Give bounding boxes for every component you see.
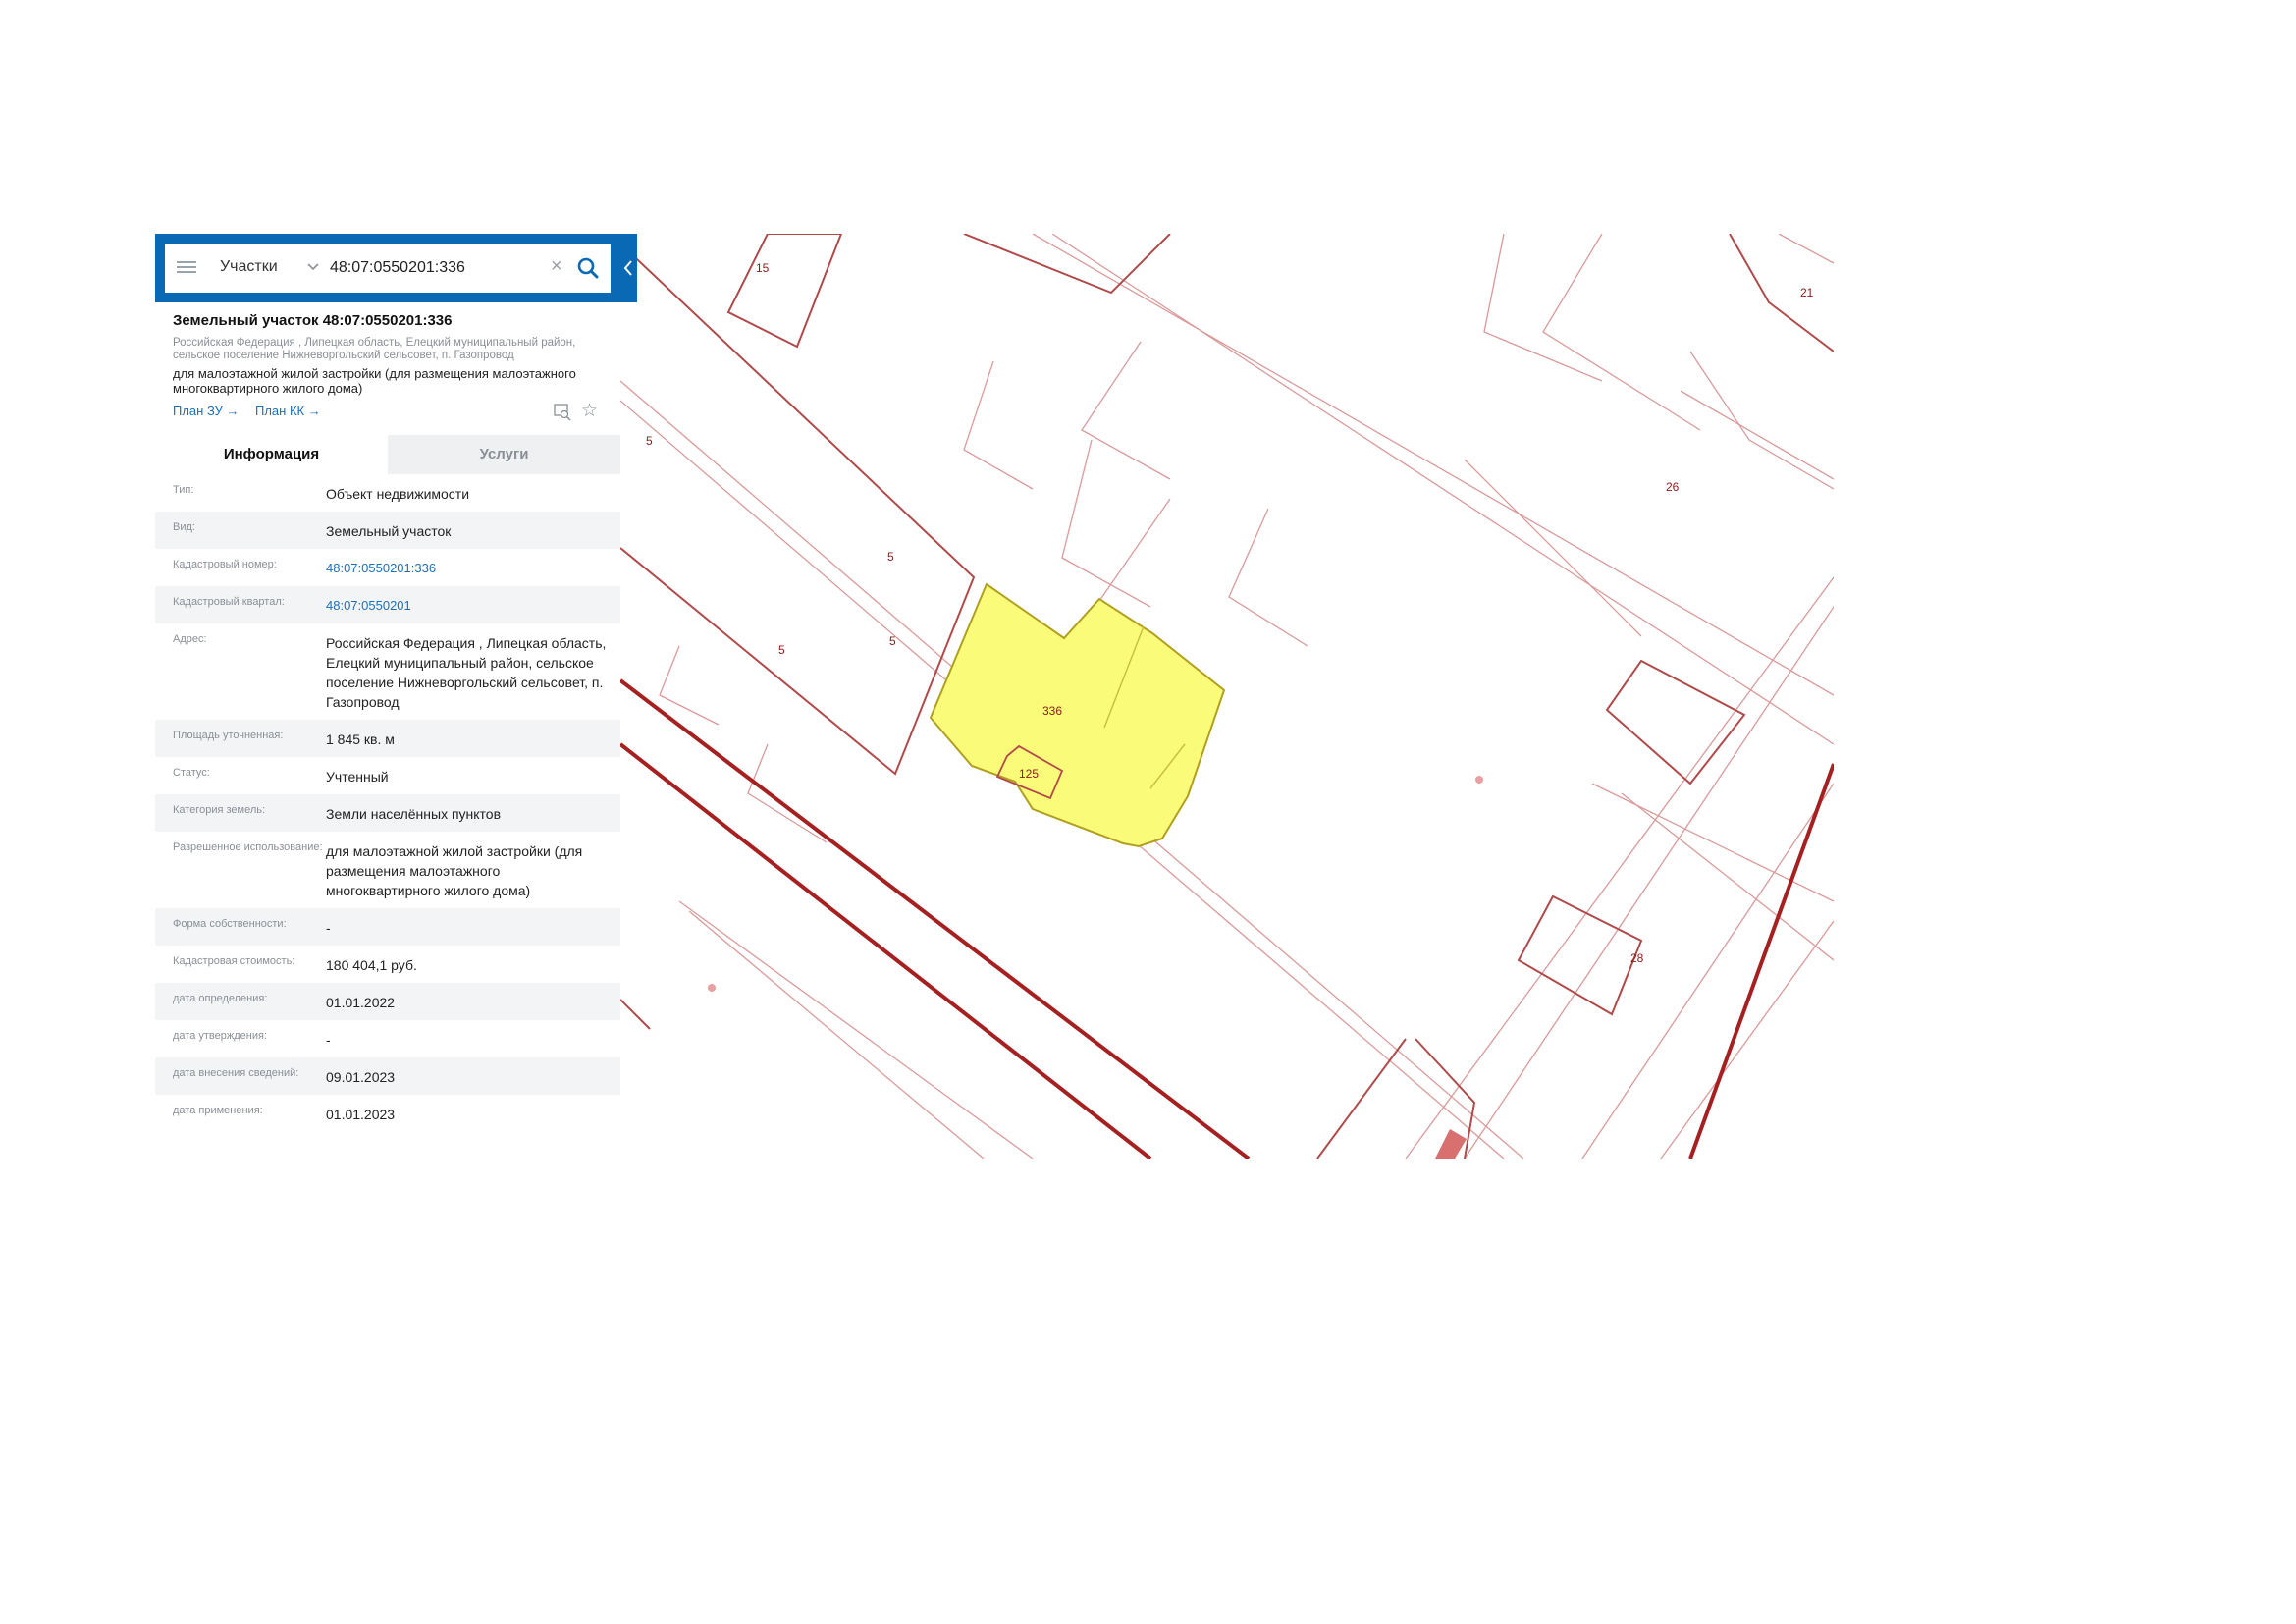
info-label: дата внесения сведений: xyxy=(173,1067,299,1079)
info-sidebar: Участки × Земельный участок 48:07:055020… xyxy=(155,234,637,1159)
info-row-cadastral-quarter: Кадастровый квартал: 48:07:0550201 xyxy=(155,586,620,623)
chevron-down-icon[interactable] xyxy=(306,256,320,276)
parcel-header: Земельный участок 48:07:0550201:336 Росс… xyxy=(155,302,620,421)
info-label: Кадастровая стоимость: xyxy=(173,955,295,967)
info-label: Форма собственности: xyxy=(173,918,287,930)
info-label: дата применения: xyxy=(173,1105,263,1116)
map-label-28: 28 xyxy=(1630,951,1644,965)
search-preview-icon[interactable] xyxy=(554,404,571,421)
info-row-determination-date: дата определения: 01.01.2022 xyxy=(155,983,620,1020)
map-label-336: 336 xyxy=(1042,704,1062,718)
search-box: Участки × xyxy=(165,244,611,293)
info-row-area: Площадь уточненная: 1 845 кв. м xyxy=(155,720,620,757)
boundary-point-marker xyxy=(1475,776,1483,784)
info-value: Земли населённых пунктов xyxy=(326,806,502,822)
parcel-boundaries xyxy=(620,234,1834,1159)
info-value: - xyxy=(326,920,331,936)
info-row-type: Тип: Объект недвижимости xyxy=(155,474,620,512)
building-fragment xyxy=(1435,1129,1467,1159)
map-label-15: 15 xyxy=(756,261,770,275)
tab-services[interactable]: Услуги xyxy=(388,435,620,474)
info-row-ownership: Форма собственности: - xyxy=(155,908,620,946)
info-row-status: Статус: Учтенный xyxy=(155,757,620,794)
map-label-125: 125 xyxy=(1019,767,1039,781)
info-value: 1 845 кв. м xyxy=(326,731,395,747)
map-label-5: 5 xyxy=(889,634,896,648)
info-value: Российская Федерация , Липецкая область,… xyxy=(326,635,607,710)
map-label-5: 5 xyxy=(887,550,894,564)
chevron-left-icon[interactable] xyxy=(621,257,635,279)
info-row-approval-date: дата утверждения: - xyxy=(155,1020,620,1057)
info-value: Земельный участок xyxy=(326,523,452,539)
info-value: 01.01.2023 xyxy=(326,1107,396,1122)
star-icon[interactable]: ☆ xyxy=(581,402,598,421)
tab-information[interactable]: Информация xyxy=(155,435,388,474)
info-value: 09.01.2023 xyxy=(326,1069,396,1085)
info-value: Учтенный xyxy=(326,769,389,785)
info-label: Вид: xyxy=(173,521,195,533)
search-bar: Участки × xyxy=(155,234,637,302)
info-value: для малоэтажной жилой застройки (для раз… xyxy=(326,843,583,898)
info-label: Статус: xyxy=(173,767,210,779)
info-label: Категория земель: xyxy=(173,804,266,816)
search-input[interactable] xyxy=(328,254,538,282)
map-label-5: 5 xyxy=(646,434,653,448)
cadastral-number-link[interactable]: 48:07:0550201:336 xyxy=(326,549,620,586)
info-label: дата определения: xyxy=(173,993,268,1004)
plan-zu-link[interactable]: План ЗУ → xyxy=(173,404,240,418)
boundary-point-marker xyxy=(708,984,716,992)
map-canvas[interactable]: 15 21 26 5 5 5 5 336 125 28 xyxy=(620,234,1834,1159)
info-label: дата утверждения: xyxy=(173,1030,268,1042)
plan-kk-link[interactable]: План КК → xyxy=(255,404,321,418)
info-table: Тип: Объект недвижимости Вид: Земельный … xyxy=(155,474,620,1132)
info-row-kind: Вид: Земельный участок xyxy=(155,512,620,549)
info-tabs: Информация Услуги xyxy=(155,435,620,474)
info-row-permitted-use: Разрешенное использование: для малоэтажн… xyxy=(155,832,620,908)
info-row-land-category: Категория земель: Земли населённых пункт… xyxy=(155,794,620,832)
info-row-address: Адрес: Российская Федерация , Липецкая о… xyxy=(155,623,620,720)
selected-parcel-336[interactable] xyxy=(929,582,1226,848)
parcel-purpose: для малоэтажной жилой застройки (для раз… xyxy=(173,366,576,396)
parcel-address: Российская Федерация , Липецкая область,… xyxy=(173,337,576,361)
info-value: - xyxy=(326,1032,331,1048)
info-label: Разрешенное использование: xyxy=(173,841,323,853)
info-row-cadastral-number: Кадастровый номер: 48:07:0550201:336 xyxy=(155,549,620,586)
close-icon[interactable]: × xyxy=(551,255,562,277)
search-icon[interactable] xyxy=(576,256,600,280)
parcel-title: Земельный участок 48:07:0550201:336 xyxy=(173,312,453,329)
info-row-cadastral-value: Кадастровая стоимость: 180 404,1 руб. xyxy=(155,946,620,983)
info-row-entry-date: дата внесения сведений: 09.01.2023 xyxy=(155,1057,620,1095)
info-label: Тип: xyxy=(173,484,194,496)
menu-icon[interactable] xyxy=(177,258,196,278)
search-type-select[interactable]: Участки xyxy=(220,258,278,276)
map-label-21: 21 xyxy=(1800,286,1814,299)
major-boundaries xyxy=(620,678,1834,1159)
info-row-application-date: дата применения: 01.01.2023 xyxy=(155,1095,620,1132)
map-label-26: 26 xyxy=(1666,480,1680,494)
info-label: Кадастровый квартал: xyxy=(173,596,285,608)
cadastral-map-app: Участки × Земельный участок 48:07:055020… xyxy=(155,234,1834,1159)
map-label-5: 5 xyxy=(778,643,785,657)
info-label: Кадастровый номер: xyxy=(173,559,277,570)
info-value: 01.01.2022 xyxy=(326,995,396,1010)
cadastral-quarter-link[interactable]: 48:07:0550201 xyxy=(326,586,620,623)
info-label: Адрес: xyxy=(173,633,207,645)
info-value: Объект недвижимости xyxy=(326,486,470,502)
info-label: Площадь уточненная: xyxy=(173,730,284,741)
cadastral-map[interactable]: 15 21 26 5 5 5 5 336 125 28 xyxy=(620,234,1834,1159)
info-value: 180 404,1 руб. xyxy=(326,957,417,973)
